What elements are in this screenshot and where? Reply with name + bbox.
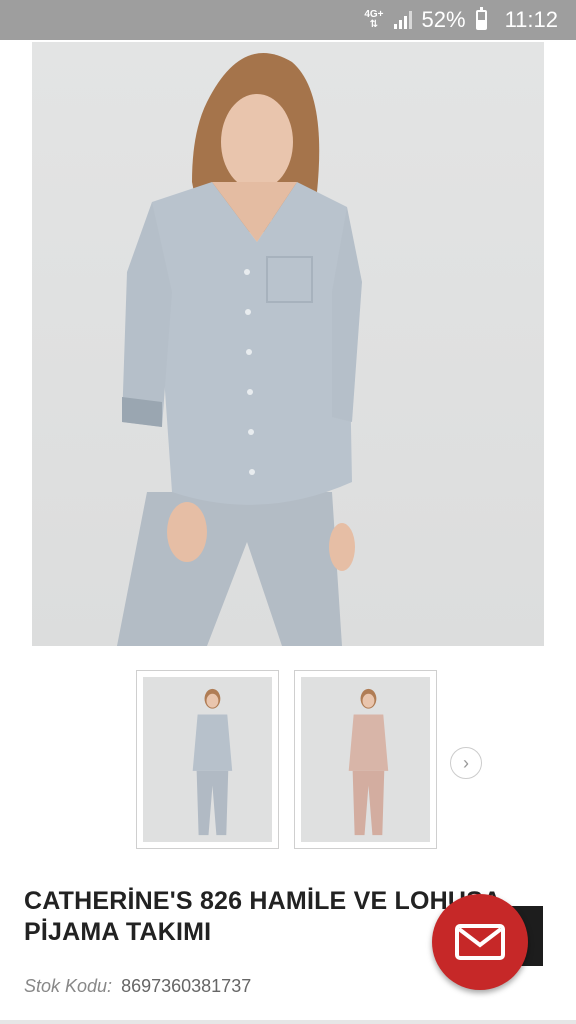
model-thumbnail-pink <box>348 688 389 836</box>
thumbnail-1[interactable] <box>136 670 279 849</box>
network-indicator: 4G+ ⇅ <box>364 10 383 30</box>
data-arrows-icon: ⇅ <box>369 19 379 30</box>
battery-percent: 52% <box>421 7 466 32</box>
chevron-right-icon[interactable]: › <box>450 747 482 779</box>
thumbnail-image <box>143 677 272 842</box>
thumbnail-2[interactable] <box>294 670 437 849</box>
signal-icon <box>393 11 412 29</box>
mail-icon <box>455 924 505 960</box>
divider <box>0 1020 576 1024</box>
status-bar: 4G+ ⇅ 52% 11:12 <box>0 0 576 40</box>
model-thumbnail-grey <box>192 688 233 836</box>
product-main-image[interactable] <box>32 42 544 646</box>
stock-code-label: Stok Kodu: <box>24 976 113 996</box>
thumbnail-gallery <box>136 670 437 849</box>
battery-icon <box>475 7 487 30</box>
thumbnail-image <box>301 677 430 842</box>
model-photo <box>117 53 362 646</box>
stock-code: Stok Kodu: 8697360381737 <box>24 976 251 997</box>
stock-code-value: 8697360381737 <box>121 976 252 996</box>
clock: 11:12 <box>504 7 558 32</box>
contact-mail-button[interactable] <box>432 894 528 990</box>
